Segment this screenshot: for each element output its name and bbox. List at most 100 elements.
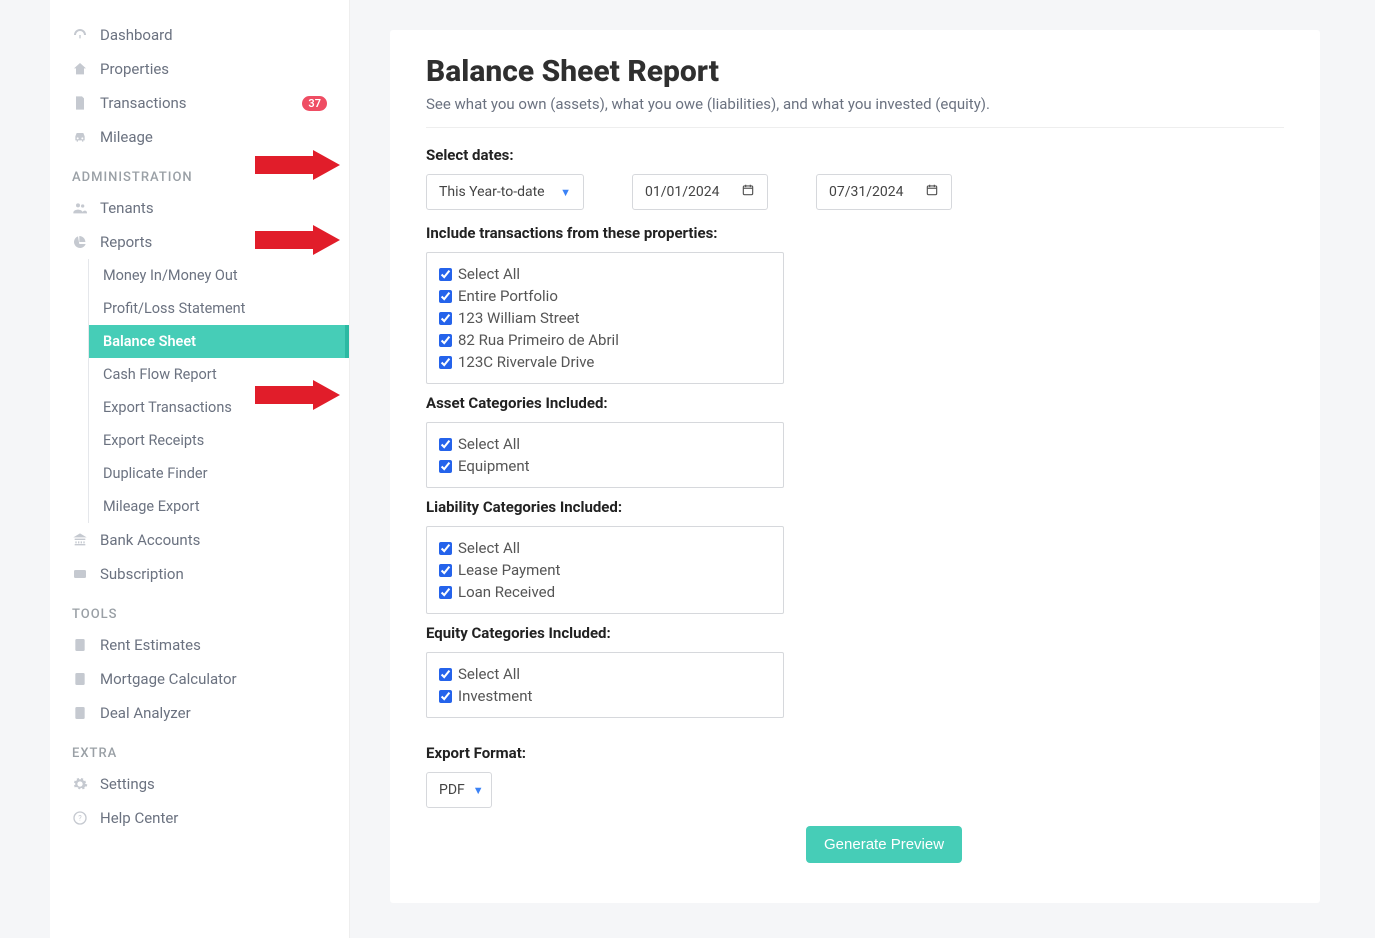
nav-label: Subscription xyxy=(100,565,327,583)
nav-settings[interactable]: Settings xyxy=(50,767,349,801)
chevron-down-icon: ▼ xyxy=(560,186,571,199)
nav-properties[interactable]: Properties xyxy=(50,52,349,86)
start-date-value: 01/01/2024 xyxy=(645,184,720,200)
date-range-value: This Year-to-date xyxy=(439,184,545,200)
nav-mortgage-calculator[interactable]: Mortgage Calculator xyxy=(50,662,349,696)
option-label: Loan Received xyxy=(458,583,555,601)
calculator-icon xyxy=(72,671,88,687)
nav-tenants[interactable]: Tenants xyxy=(50,191,349,225)
transactions-badge: 37 xyxy=(302,96,327,111)
property-option[interactable]: 123 William Street xyxy=(439,307,771,329)
asset-option[interactable]: Equipment xyxy=(439,455,771,477)
document-icon xyxy=(72,95,88,111)
subnav-profit-loss[interactable]: Profit/Loss Statement xyxy=(89,292,349,325)
help-icon: ? xyxy=(72,810,88,826)
nav-label: Dashboard xyxy=(100,26,327,44)
option-label: 123 William Street xyxy=(458,309,580,327)
annotation-arrow-icon xyxy=(255,225,340,255)
nav-label: Bank Accounts xyxy=(100,531,327,549)
equity-label: Equity Categories Included: xyxy=(426,624,1284,642)
subnav-balance-sheet[interactable]: Balance Sheet xyxy=(89,325,349,358)
bank-icon xyxy=(72,532,88,548)
option-label: Select All xyxy=(458,665,520,683)
equity-option[interactable]: Select All xyxy=(439,663,771,685)
nav-dashboard[interactable]: Dashboard xyxy=(50,18,349,52)
nav-mileage[interactable]: Mileage xyxy=(50,120,349,154)
nav-help-center[interactable]: ? Help Center xyxy=(50,801,349,835)
date-range-select[interactable]: This Year-to-date ▼ xyxy=(426,174,584,210)
property-option[interactable]: 82 Rua Primeiro de Abril xyxy=(439,329,771,351)
nav-label: Mortgage Calculator xyxy=(100,670,327,688)
nav-bank-accounts[interactable]: Bank Accounts xyxy=(50,523,349,557)
main-content: Balance Sheet Report See what you own (a… xyxy=(350,0,1375,938)
card-icon xyxy=(72,566,88,582)
checkbox[interactable] xyxy=(439,290,452,303)
annotation-arrow-icon xyxy=(255,150,340,180)
option-label: Select All xyxy=(458,435,520,453)
property-option[interactable]: 123C Rivervale Drive xyxy=(439,351,771,373)
nav-rent-estimates[interactable]: Rent Estimates xyxy=(50,628,349,662)
calculator-icon xyxy=(72,705,88,721)
nav-label: Properties xyxy=(100,60,327,78)
equity-option[interactable]: Investment xyxy=(439,685,771,707)
checkbox[interactable] xyxy=(439,460,452,473)
start-date-input[interactable]: 01/01/2024 xyxy=(632,174,768,210)
checkbox[interactable] xyxy=(439,668,452,681)
checkbox[interactable] xyxy=(439,586,452,599)
subnav-money-in-out[interactable]: Money In/Money Out xyxy=(89,259,349,292)
page-title: Balance Sheet Report xyxy=(426,54,1284,89)
car-icon xyxy=(72,129,88,145)
checkbox[interactable] xyxy=(439,334,452,347)
nav-label: Settings xyxy=(100,775,327,793)
calendar-icon xyxy=(925,183,939,201)
equity-checklist: Select All Investment xyxy=(426,652,784,718)
chart-pie-icon xyxy=(72,234,88,250)
calendar-icon xyxy=(741,183,755,201)
checkbox[interactable] xyxy=(439,542,452,555)
nav-label: Deal Analyzer xyxy=(100,704,327,722)
section-extra: EXTRA xyxy=(50,730,349,767)
option-label: Lease Payment xyxy=(458,561,560,579)
property-option[interactable]: Select All xyxy=(439,263,771,285)
dates-label: Select dates: xyxy=(426,146,1284,164)
nav-label: Transactions xyxy=(100,94,290,112)
property-option[interactable]: Entire Portfolio xyxy=(439,285,771,307)
checkbox[interactable] xyxy=(439,438,452,451)
end-date-input[interactable]: 07/31/2024 xyxy=(816,174,952,210)
subnav-duplicate-finder[interactable]: Duplicate Finder xyxy=(89,457,349,490)
subnav-mileage-export[interactable]: Mileage Export xyxy=(89,490,349,523)
chevron-down-icon: ▼ xyxy=(473,784,484,797)
liability-option[interactable]: Lease Payment xyxy=(439,559,771,581)
annotation-arrow-icon xyxy=(255,380,340,410)
checkbox[interactable] xyxy=(439,312,452,325)
sidebar: Dashboard Properties Transactions 37 Mil… xyxy=(50,0,350,938)
checkbox[interactable] xyxy=(439,268,452,281)
assets-checklist: Select All Equipment xyxy=(426,422,784,488)
nav-label: Help Center xyxy=(100,809,327,827)
export-format-select[interactable]: PDF ▼ xyxy=(426,772,492,808)
properties-checklist: Select All Entire Portfolio 123 William … xyxy=(426,252,784,384)
liabilities-checklist: Select All Lease Payment Loan Received xyxy=(426,526,784,614)
properties-label: Include transactions from these properti… xyxy=(426,224,1284,242)
asset-option[interactable]: Select All xyxy=(439,433,771,455)
nav-transactions[interactable]: Transactions 37 xyxy=(50,86,349,120)
nav-label: Tenants xyxy=(100,199,327,217)
svg-text:?: ? xyxy=(78,814,82,823)
checkbox[interactable] xyxy=(439,564,452,577)
page-subtitle: See what you own (assets), what you owe … xyxy=(426,95,1284,128)
generate-preview-button[interactable]: Generate Preview xyxy=(806,826,962,863)
checkbox[interactable] xyxy=(439,356,452,369)
option-label: Select All xyxy=(458,539,520,557)
nav-subscription[interactable]: Subscription xyxy=(50,557,349,591)
end-date-value: 07/31/2024 xyxy=(829,184,904,200)
nav-deal-analyzer[interactable]: Deal Analyzer xyxy=(50,696,349,730)
checkbox[interactable] xyxy=(439,690,452,703)
section-tools: TOOLS xyxy=(50,591,349,628)
subnav-export-receipts[interactable]: Export Receipts xyxy=(89,424,349,457)
option-label: Select All xyxy=(458,265,520,283)
home-icon xyxy=(72,61,88,77)
gauge-icon xyxy=(72,27,88,43)
option-label: Investment xyxy=(458,687,532,705)
liability-option[interactable]: Select All xyxy=(439,537,771,559)
liability-option[interactable]: Loan Received xyxy=(439,581,771,603)
